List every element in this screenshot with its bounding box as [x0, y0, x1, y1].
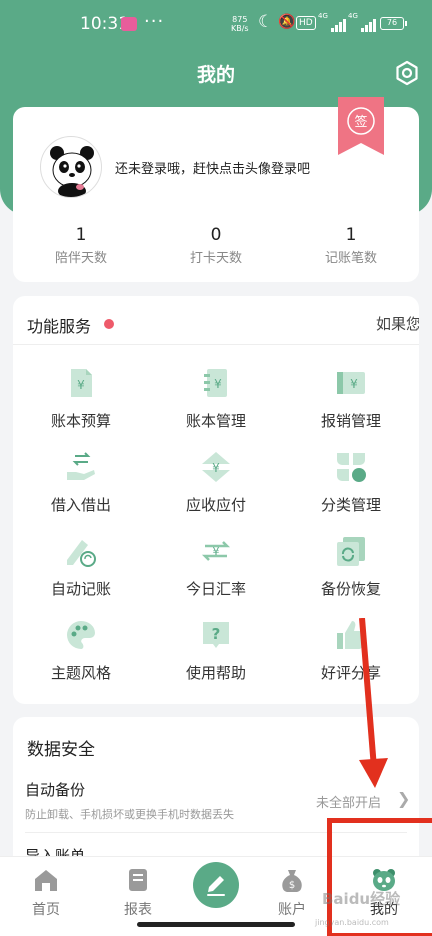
watermark: Baidu经验 — [322, 890, 401, 908]
notice-marquee[interactable]: 如果您 — [376, 313, 419, 334]
chevron-right-icon[interactable]: ❯ — [397, 789, 410, 808]
auto-record-icon — [67, 540, 96, 567]
grid-item-category[interactable]: 分类管理 — [286, 450, 416, 530]
category-icon — [337, 453, 366, 482]
status-bar: 10:31 ··· 875 KB/s ☾ 🔕 HD 4G 4G 76 — [0, 0, 432, 48]
stat-value: 1 — [75, 225, 87, 245]
stat-companion-days: 1 陪伴天数 — [16, 225, 146, 266]
stat-label: 记账笔数 — [324, 251, 377, 266]
help-icon: ? — [203, 622, 229, 648]
page-title: 我的 — [196, 64, 235, 86]
theme-palette-icon — [67, 621, 95, 649]
grid-item-theme[interactable]: 主题风格 — [16, 618, 146, 698]
grid-item-auto-record[interactable]: 自动记账 — [16, 534, 146, 614]
grid-item-label: 今日汇率 — [185, 580, 246, 598]
stat-checkin-days: 0 打卡天数 — [151, 225, 281, 266]
section-title: 功能服务 — [27, 317, 92, 336]
stat-value: 1 — [345, 225, 357, 245]
nav-item-home[interactable]: 首页 — [6, 867, 86, 919]
reimburse-icon: ¥ — [337, 372, 365, 394]
signal-icon: 4G — [318, 12, 346, 32]
grid-item-label: 自动记账 — [50, 580, 111, 598]
receivable-payable-icon: ¥ — [202, 452, 230, 482]
backup-restore-icon — [337, 537, 365, 566]
signal-type: 4G — [318, 12, 328, 20]
svg-text:?: ? — [212, 625, 221, 643]
network-speed-value: 875 — [232, 15, 248, 24]
annotation-arrow — [359, 618, 388, 788]
svg-text:¥: ¥ — [212, 461, 220, 475]
svg-text:¥: ¥ — [213, 545, 220, 558]
auto-backup-description: 防止卸载、手机损坏或更换手机时数据丢失 — [25, 808, 234, 821]
panda-avatar-icon — [50, 146, 94, 197]
avatar[interactable] — [40, 136, 102, 198]
pencil-icon — [207, 876, 225, 896]
grid-item-label: 主题风格 — [50, 664, 111, 682]
home-indicator — [137, 922, 295, 927]
grid-item-label: 账本管理 — [185, 412, 246, 430]
divider — [13, 344, 419, 345]
nav-item-report[interactable]: 报表 — [98, 867, 178, 919]
grid-item-label: 使用帮助 — [185, 664, 246, 682]
ledger-budget-icon: ¥ — [71, 369, 92, 397]
exchange-rate-icon: ¥ — [201, 541, 231, 561]
hd-badge: HD — [296, 16, 316, 30]
stat-label: 陪伴天数 — [54, 251, 107, 266]
borrow-lend-icon — [67, 452, 95, 480]
check-in-badge[interactable]: 签 — [338, 97, 384, 155]
battery-icon: 76 — [380, 17, 407, 30]
report-icon — [129, 869, 147, 891]
home-icon — [35, 870, 57, 891]
stat-value: 0 — [210, 225, 222, 245]
grid-item-label: 账本预算 — [50, 412, 111, 430]
signal-type: 4G — [348, 12, 358, 20]
grid-item-backup-restore[interactable]: 备份恢复 — [286, 534, 416, 614]
auto-backup-status[interactable]: 未全部开启 — [316, 792, 381, 811]
grid-item-label: 报销管理 — [320, 412, 381, 430]
ledger-manage-icon: ¥ — [204, 369, 227, 397]
svg-text:$: $ — [289, 880, 295, 891]
grid-item-ledger-budget[interactable]: ¥ 账本预算 — [16, 366, 146, 446]
section-title: 数据安全 — [27, 740, 95, 760]
signal-icon: 4G — [348, 12, 376, 32]
settings-icon[interactable] — [393, 59, 421, 87]
profile-card: 还未登录哦，赶快点击头像登录吧 签 1 陪伴天数 0 打卡天数 1 记账笔数 — [13, 97, 419, 282]
network-speed: 875 KB/s — [231, 15, 249, 33]
login-hint[interactable]: 还未登录哦，赶快点击头像登录吧 — [115, 158, 310, 177]
grid-item-label: 分类管理 — [320, 496, 381, 514]
nav-label: 首页 — [32, 902, 60, 918]
network-speed-unit: KB/s — [231, 24, 249, 33]
app-notification-icon — [121, 17, 137, 31]
nav-label: 账户 — [278, 902, 306, 918]
grid-item-exchange-rate[interactable]: ¥ 今日汇率 — [151, 534, 281, 614]
nav-label: 报表 — [124, 902, 152, 918]
svg-text:¥: ¥ — [350, 377, 358, 391]
svg-text:¥: ¥ — [77, 378, 85, 392]
grid-item-label: 应收应付 — [185, 496, 246, 514]
grid-item-receivable-payable[interactable]: ¥ 应收应付 — [151, 450, 281, 530]
account-moneybag-icon: $ — [282, 870, 302, 892]
more-notifications-icon: ··· — [144, 11, 165, 32]
watermark-url: jingyan.baidu.com — [315, 918, 389, 927]
grid-item-borrow-lend[interactable]: 借入借出 — [16, 450, 146, 530]
do-not-disturb-icon: ☾ — [258, 12, 274, 32]
grid-item-ledger-manage[interactable]: ¥ 账本管理 — [151, 366, 281, 446]
auto-backup-title[interactable]: 自动备份 — [25, 779, 85, 800]
check-in-label: 签 — [354, 114, 367, 130]
mute-bell-icon: 🔕 — [278, 14, 296, 30]
stat-label: 打卡天数 — [189, 251, 242, 266]
grid-item-reimburse[interactable]: ¥ 报销管理 — [286, 366, 416, 446]
nav-item-account[interactable]: $ 账户 — [252, 867, 332, 919]
stat-record-count: 1 记账笔数 — [286, 225, 416, 266]
add-record-button[interactable] — [193, 862, 239, 908]
grid-item-label: 借入借出 — [50, 496, 111, 514]
svg-text:¥: ¥ — [214, 377, 222, 391]
new-dot — [104, 319, 114, 329]
grid-item-label: 备份恢复 — [320, 580, 381, 598]
grid-item-help[interactable]: ? 使用帮助 — [151, 618, 281, 698]
